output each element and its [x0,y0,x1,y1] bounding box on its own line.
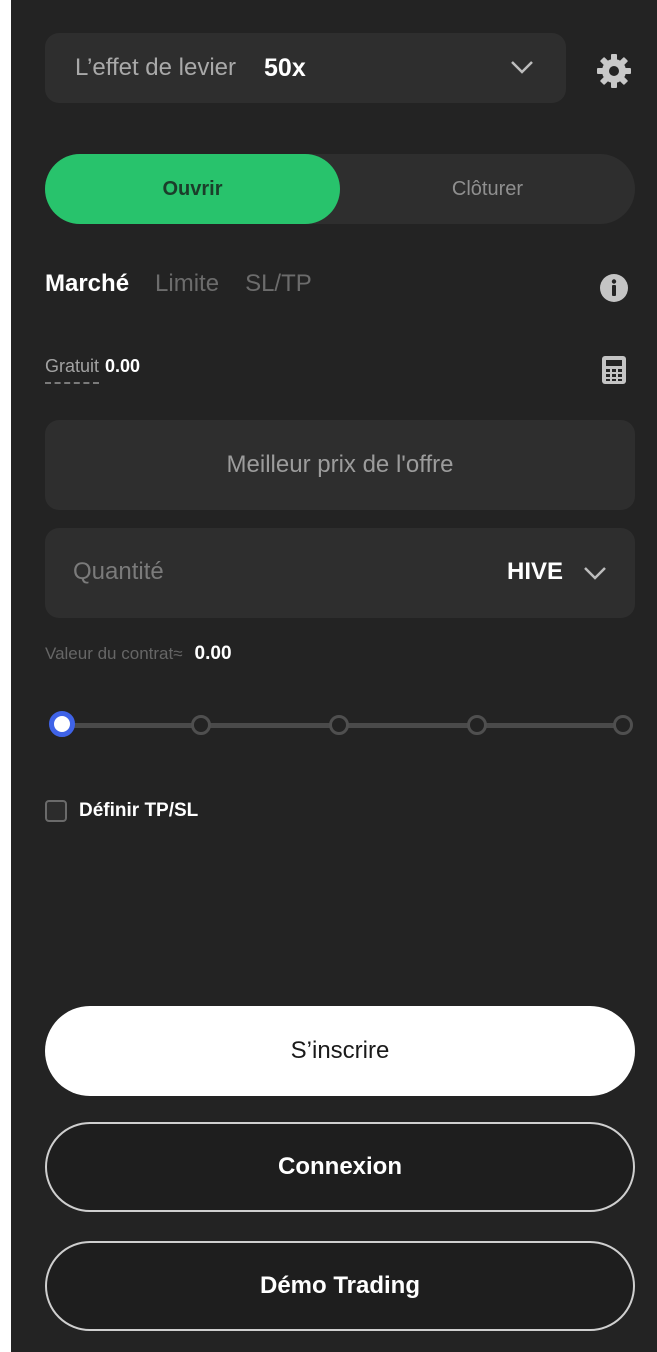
free-label[interactable]: Gratuit [45,356,100,384]
chevron-down-icon[interactable] [581,559,609,587]
gear-icon[interactable] [594,51,634,91]
close-tab[interactable]: Clôturer [340,154,635,224]
demo-trading-button[interactable]: Démo Trading [45,1241,635,1331]
info-icon[interactable] [599,273,629,303]
free-balance: Gratuit 0.00 [45,356,140,384]
login-button[interactable]: Connexion [45,1122,635,1212]
contract-value: 0.00 [194,643,232,664]
order-type-tabs: Marché Limite SL/TP [45,270,338,298]
quantity-unit-select[interactable]: HIVE [507,558,563,586]
tab-limit[interactable]: Limite [155,270,219,298]
leverage-label: L’effet de levier [75,54,237,81]
slider-stop-75[interactable] [467,715,487,735]
tpsl-label[interactable]: Définir TP/SL [79,800,198,822]
slider-stop-25[interactable] [191,715,211,735]
quantity-field[interactable]: Quantité HIVE [45,528,635,618]
slider-stop-50[interactable] [329,715,349,735]
tpsl-option[interactable]: Définir TP/SL [45,800,198,822]
slider-thumb[interactable] [49,711,75,737]
amount-slider[interactable] [45,708,635,742]
signup-button[interactable]: S’inscrire [45,1006,635,1096]
calculator-icon[interactable] [601,355,627,385]
trade-panel: L’effet de levier 50x Ouvrir Clôturer Ma… [11,0,657,1352]
quantity-placeholder: Quantité [73,558,164,585]
tab-market[interactable]: Marché [45,270,129,298]
open-close-toggle: Ouvrir Clôturer [45,154,635,224]
tpsl-checkbox[interactable] [45,800,67,822]
price-field[interactable]: Meilleur prix de l'offre [45,420,635,510]
open-tab[interactable]: Ouvrir [45,154,340,224]
tab-sltp[interactable]: SL/TP [245,270,312,298]
free-value: 0.00 [105,356,141,376]
slider-stop-100[interactable] [613,715,633,735]
contract-value-row: Valeur du contrat≈ 0.00 [45,643,232,665]
leverage-value: 50x [264,53,306,82]
leverage-select[interactable]: L’effet de levier 50x [45,33,566,103]
contract-label: Valeur du contrat≈ [45,644,183,663]
chevron-down-icon [511,61,533,74]
